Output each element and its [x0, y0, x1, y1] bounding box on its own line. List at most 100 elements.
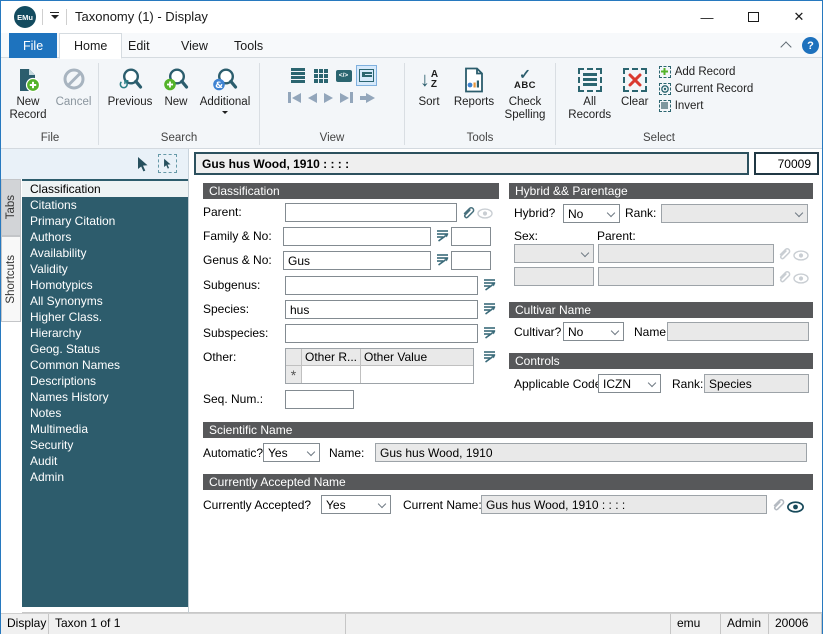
genus-number-field[interactable]	[451, 251, 491, 270]
other-lookup-button[interactable]	[481, 348, 498, 365]
sex2-field[interactable]	[514, 267, 594, 286]
genus-lookup-button[interactable]	[434, 251, 451, 268]
cancel-button[interactable]: Cancel	[52, 61, 96, 109]
last-record-button[interactable]	[340, 92, 353, 103]
sidebar-item-validity[interactable]: Validity	[22, 261, 188, 277]
other-ranks-grid[interactable]: Other R... Other Value *	[285, 348, 474, 384]
sidebar-item-classification[interactable]: Classification	[22, 181, 188, 197]
previous-record-button[interactable]	[308, 93, 317, 103]
view-parent2-button[interactable]	[792, 270, 809, 287]
current-record-button[interactable]: Current Record	[659, 81, 754, 96]
reports-button[interactable]: Reports	[449, 61, 499, 109]
hybrid-rank-dropdown[interactable]	[661, 204, 808, 223]
subgenus-lookup-button[interactable]	[481, 276, 498, 293]
emu-app-icon[interactable]: EMu	[14, 6, 36, 28]
sidebar-item-primary-citation[interactable]: Primary Citation	[22, 213, 188, 229]
close-button[interactable]: ✕	[776, 1, 822, 33]
subgenus-field[interactable]	[285, 276, 478, 295]
subspecies-lookup-button[interactable]	[481, 324, 498, 341]
sidebar-item-availability[interactable]: Availability	[22, 245, 188, 261]
grid-cell-other-value[interactable]	[361, 366, 473, 383]
grid-view-button[interactable]	[311, 66, 330, 85]
all-records-button[interactable]: All Records	[565, 61, 615, 122]
maximize-button[interactable]	[730, 1, 776, 33]
attach-current-name-button[interactable]	[769, 495, 786, 512]
sidebar-item-common-names[interactable]: Common Names	[22, 357, 188, 373]
add-record-button[interactable]: Add Record	[659, 64, 754, 79]
previous-search-button[interactable]: ↺ Previous	[103, 61, 157, 109]
select-pointer-button[interactable]	[158, 154, 177, 173]
species-lookup-button[interactable]	[481, 300, 498, 317]
subspecies-field[interactable]	[285, 324, 478, 343]
clear-selection-icon	[623, 63, 647, 96]
side-tab-tabs[interactable]: Tabs	[1, 179, 21, 236]
parent-field[interactable]	[285, 203, 457, 222]
automatic-dropdown[interactable]: Yes	[263, 443, 320, 462]
view-parent-button[interactable]	[476, 205, 493, 222]
quick-access-caret-icon[interactable]	[49, 12, 60, 19]
sidebar-item-homotypics[interactable]: Homotypics	[22, 277, 188, 293]
tab-tools[interactable]: Tools	[220, 33, 277, 58]
new-record-button[interactable]: New Record	[5, 61, 52, 122]
new-search-button[interactable]: New	[157, 61, 195, 109]
cultivar-dropdown[interactable]: No	[563, 322, 624, 341]
controls-rank-field[interactable]: Species	[704, 374, 809, 393]
sidebar-item-audit[interactable]: Audit	[22, 453, 188, 469]
sidebar-item-descriptions[interactable]: Descriptions	[22, 373, 188, 389]
sidebar-item-hierarchy[interactable]: Hierarchy	[22, 325, 188, 341]
attach-parent2-button[interactable]	[775, 267, 792, 284]
genus-field[interactable]: Gus	[283, 251, 431, 270]
family-number-field[interactable]	[451, 227, 491, 246]
sidebar-item-geog-status[interactable]: Geog. Status	[22, 341, 188, 357]
hybrid-dropdown[interactable]: No	[563, 204, 620, 223]
sidebar-item-all-synonyms[interactable]: All Synonyms	[22, 293, 188, 309]
family-field[interactable]	[283, 227, 431, 246]
scientific-name-field[interactable]: Gus hus Wood, 1910	[375, 443, 807, 462]
family-lookup-button[interactable]	[434, 227, 451, 244]
sidebar-item-authors[interactable]: Authors	[22, 229, 188, 245]
view-parent1-button[interactable]	[792, 247, 809, 264]
sidebar-item-citations[interactable]: Citations	[22, 197, 188, 213]
cultivar-name-field[interactable]	[667, 322, 809, 341]
applicable-code-dropdown[interactable]: ICZN	[598, 374, 661, 393]
tab-file[interactable]: File	[9, 33, 57, 58]
sidebar-item-security[interactable]: Security	[22, 437, 188, 453]
collapse-ribbon-icon[interactable]	[780, 41, 791, 52]
grid-cell-other-rank[interactable]	[302, 366, 361, 383]
minimize-button[interactable]: —	[684, 1, 730, 33]
list-view-button[interactable]	[288, 66, 307, 85]
current-name-field[interactable]: Gus hus Wood, 1910 : : : :	[481, 495, 767, 514]
form-view-button[interactable]	[357, 66, 376, 85]
attach-parent-button[interactable]	[459, 203, 476, 220]
sex1-dropdown[interactable]	[514, 244, 594, 263]
goto-record-button[interactable]	[360, 93, 375, 103]
sidebar-item-multimedia[interactable]: Multimedia	[22, 421, 188, 437]
sidebar-item-notes[interactable]: Notes	[22, 405, 188, 421]
seq-num-field[interactable]	[285, 390, 354, 409]
sidebar-item-admin[interactable]: Admin	[22, 469, 188, 485]
tab-home[interactable]: Home	[59, 33, 122, 59]
first-record-button[interactable]	[288, 92, 301, 103]
view-current-name-button[interactable]	[787, 498, 804, 515]
sidebar-item-higher-class[interactable]: Higher Class.	[22, 309, 188, 325]
code-view-button[interactable]: </>	[334, 66, 353, 85]
additional-search-button[interactable]: & Additional	[195, 61, 255, 114]
pointer-mode-button[interactable]	[134, 155, 151, 172]
parent2-field[interactable]	[598, 267, 774, 286]
side-tab-shortcuts[interactable]: Shortcuts	[1, 236, 21, 322]
invert-selection-button[interactable]: Invert	[659, 98, 754, 113]
tab-view[interactable]: View	[167, 33, 222, 58]
sidebar-item-names-history[interactable]: Names History	[22, 389, 188, 405]
parent1-field[interactable]	[598, 244, 774, 263]
attach-parent1-button[interactable]	[775, 244, 792, 261]
help-icon[interactable]: ?	[802, 37, 819, 54]
grid-col-other-rank[interactable]: Other R...	[302, 349, 361, 365]
next-record-button[interactable]	[324, 93, 333, 103]
last-record-icon	[340, 93, 349, 103]
sort-button[interactable]: ↓ AZ Sort	[409, 61, 449, 109]
currently-accepted-dropdown[interactable]: Yes	[321, 495, 391, 514]
clear-selection-button[interactable]: Clear	[615, 61, 655, 109]
check-spelling-button[interactable]: ✓ ABC Check Spelling	[499, 61, 551, 122]
grid-col-other-value[interactable]: Other Value	[361, 349, 473, 365]
species-field[interactable]: hus	[285, 300, 478, 319]
